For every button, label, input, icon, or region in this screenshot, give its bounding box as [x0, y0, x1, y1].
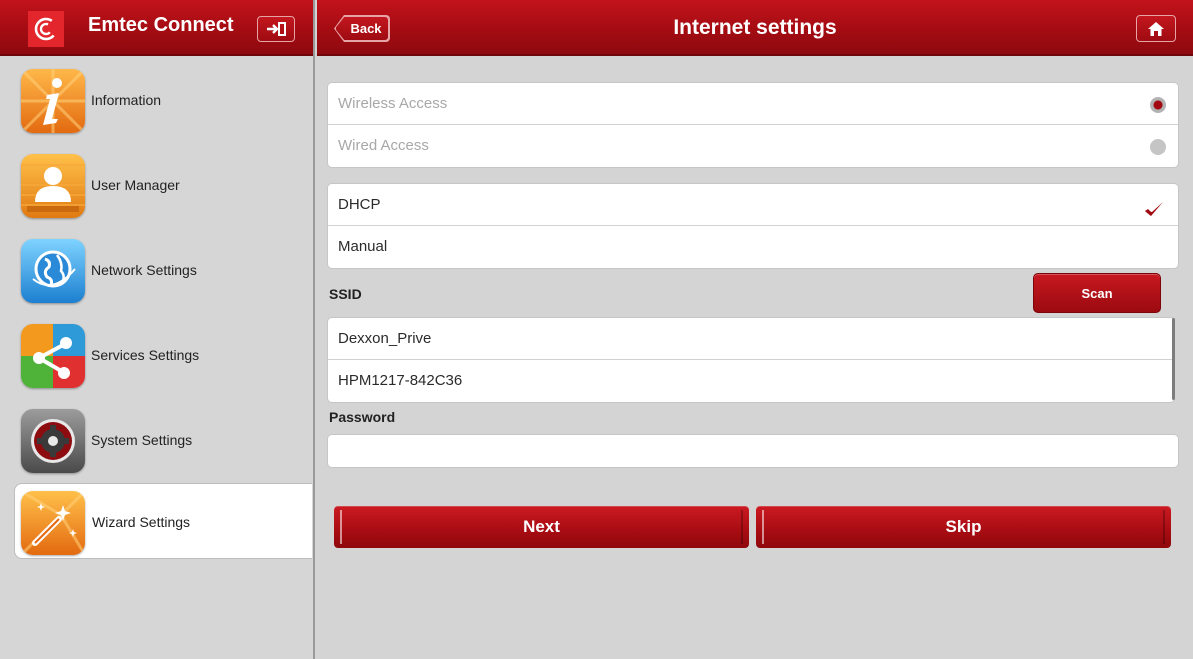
home-button[interactable]: [1136, 15, 1176, 42]
password-label: Password: [329, 409, 396, 425]
access-type-list: Wireless Access Wired Access: [327, 82, 1179, 168]
next-button-label: Next: [523, 517, 560, 536]
sidebar-item-label: System Settings: [91, 432, 193, 448]
ssid-list-item[interactable]: Dexxon_Prive: [328, 318, 1174, 360]
ssid-list-scrollbar[interactable]: [1172, 318, 1175, 400]
share-icon: [21, 324, 85, 388]
magic-wand-icon: [21, 491, 85, 555]
sidebar-item-network-settings[interactable]: Network Settings: [14, 228, 312, 304]
globe-icon: [21, 239, 85, 303]
sidebar-item-services-settings[interactable]: Services Settings: [14, 313, 312, 389]
manual-label: Manual: [338, 238, 388, 255]
ssid-name: Dexxon_Prive: [338, 330, 432, 347]
ip-mode-list: DHCP Manual: [327, 183, 1179, 269]
wired-access-option[interactable]: Wired Access: [328, 125, 1178, 167]
gear-icon: [21, 409, 85, 473]
sidebar-item-wizard-settings[interactable]: Wizard Settings: [14, 483, 312, 559]
ssid-label: SSID: [329, 286, 362, 302]
ssid-name: HPM1217-842C36: [338, 372, 463, 389]
sidebar-header: Emtec Connect: [0, 0, 313, 56]
emtec-logo-icon: [28, 11, 64, 47]
logout-button[interactable]: [257, 16, 295, 42]
top-bar: Back Internet settings: [317, 0, 1193, 56]
sidebar-item-label: Wizard Settings: [92, 514, 191, 530]
sidebar-item-label: Services Settings: [91, 347, 200, 363]
manual-option[interactable]: Manual: [328, 226, 1178, 268]
information-icon: [21, 69, 85, 133]
home-icon: [1148, 21, 1164, 36]
wired-access-label: Wired Access: [338, 137, 429, 154]
wireless-access-option[interactable]: Wireless Access: [328, 83, 1178, 125]
skip-button[interactable]: Skip: [756, 506, 1171, 548]
sidebar-item-system-settings[interactable]: System Settings: [14, 398, 312, 474]
sidebar-item-label: User Manager: [91, 177, 180, 193]
sidebar-item-label: Information: [91, 92, 162, 108]
wireless-access-label: Wireless Access: [338, 95, 448, 112]
dhcp-label: DHCP: [338, 196, 381, 213]
page-title: Internet settings: [673, 16, 837, 39]
dhcp-option[interactable]: DHCP: [328, 184, 1178, 226]
sidebar: Emtec Connect Information User Manager N…: [0, 0, 315, 659]
logout-icon: [267, 22, 286, 36]
skip-button-label: Skip: [945, 517, 982, 536]
scan-button[interactable]: Scan: [1033, 273, 1161, 313]
next-button[interactable]: Next: [334, 506, 749, 548]
radio-selected-icon[interactable]: [1150, 97, 1166, 113]
ssid-list: Dexxon_Prive HPM1217-842C36: [327, 317, 1175, 403]
app-title: Emtec Connect: [88, 14, 234, 36]
user-manager-icon: [21, 154, 85, 218]
ssid-list-item[interactable]: HPM1217-842C36: [328, 360, 1174, 402]
sidebar-item-label: Network Settings: [91, 262, 197, 278]
sidebar-item-user-manager[interactable]: User Manager: [14, 143, 312, 219]
password-field[interactable]: [327, 434, 1179, 468]
sidebar-item-information[interactable]: Information: [14, 58, 312, 134]
radio-unselected-icon[interactable]: [1150, 139, 1166, 155]
